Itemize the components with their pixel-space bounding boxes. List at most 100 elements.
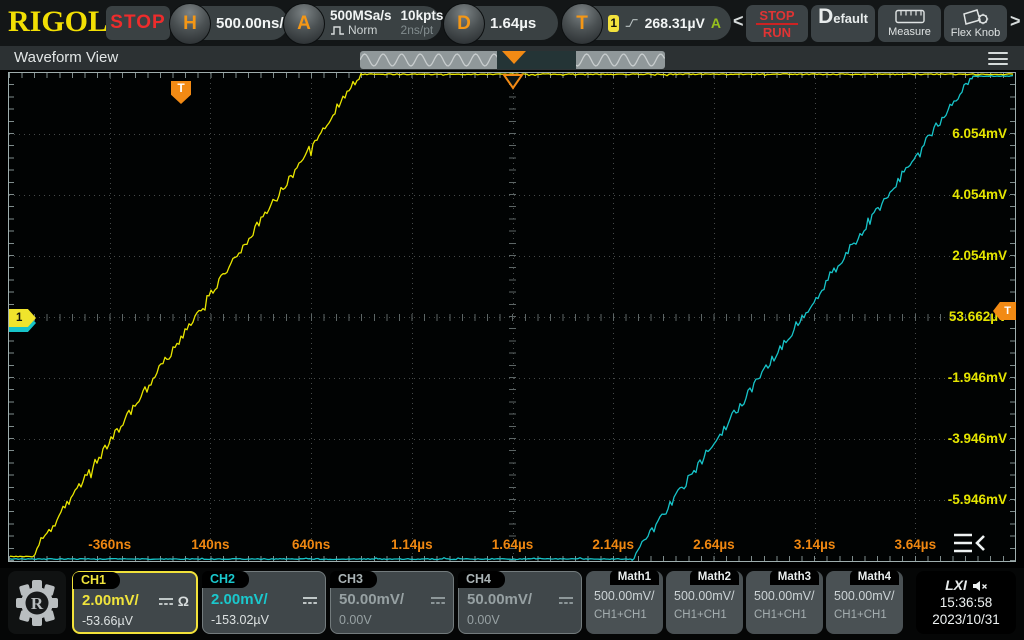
math2-expression: CH1+CH1 [674,609,727,621]
default-button[interactable]: Default [811,5,875,42]
math4-expression: CH1+CH1 [834,609,887,621]
t-axis-label: 1.14µs [367,537,457,552]
ch1-scale: 2.00mV/ [82,592,139,609]
knob-icon [962,9,990,25]
ch1-offset: -53.66µV [82,614,133,628]
lxi-logo: LXI [945,577,967,594]
trace-svg [9,73,1015,561]
waveform-view-title: Waveform View [14,49,118,66]
v-axis-label: 4.054mV [952,187,1007,203]
ch1-tab[interactable]: CH1 [73,572,120,589]
math-box-math1[interactable]: Math1 500.00mV/ CH1+CH1 [586,571,663,634]
math4-tab[interactable]: Math4 [850,570,899,585]
channel-box-ch2[interactable]: CH2 2.00mV/ -153.02µV [202,571,326,634]
ruler-icon [895,9,925,24]
ch3-tab[interactable]: CH3 [330,571,377,588]
system-date: 2023/10/31 [932,611,1000,628]
channel-box-ch4[interactable]: CH4 50.00mV/ 0.00V [458,571,582,634]
math1-scale: 500.00mV/ [594,589,654,603]
system-settings-button[interactable]: R [8,571,66,634]
t-axis-label: -360ns [65,537,155,552]
acquire-mode: Norm [348,23,377,38]
waveform-display[interactable]: 6.054mV 4.054mV 2.054mV 53.662µV -1.946m… [8,72,1016,562]
delay-knob-button[interactable]: D [443,3,485,45]
trigger-level-value: 268.31µV [645,15,705,31]
t-axis-label: 2.14µs [568,537,658,552]
math2-scale: 500.00mV/ [674,589,734,603]
sample-resolution: 2ns/pt [401,23,444,38]
v-axis-label: -5.946mV [948,492,1007,508]
waveform-view-header: Waveform View [0,46,1024,70]
channel-box-ch3[interactable]: CH3 50.00mV/ 0.00V [330,571,454,634]
ch2-offset: -153.02µV [211,613,269,627]
math-box-math4[interactable]: Math4 500.00mV/ CH1+CH1 [826,571,903,634]
dc-coupling-icon [302,595,318,605]
math3-scale: 500.00mV/ [754,589,814,603]
math4-scale: 500.00mV/ [834,589,894,603]
acquire-knob-button[interactable]: A [283,3,325,45]
sample-rate: 500MSa/s [330,8,392,23]
flex-knob-button[interactable]: Flex Knob [944,5,1007,42]
ch4-scale: 50.00mV/ [467,591,532,608]
delay-value: 1.64µs [490,15,536,32]
ch4-offset: 0.00V [467,613,500,627]
waveform-navigation-strip[interactable] [360,51,665,69]
gear-logo-icon: R [14,578,60,628]
toolbar-next-chevron[interactable]: > [1010,11,1021,32]
measure-button[interactable]: Measure [878,5,941,42]
collapse-menu-icon[interactable] [951,529,989,557]
v-axis-label: 6.054mV [952,126,1007,142]
t-axis-label: 2.64µs [669,537,759,552]
dc-coupling-icon [558,595,574,605]
math1-tab[interactable]: Math1 [610,570,659,585]
trigger-position-marker[interactable] [502,74,524,90]
acquisition-group[interactable]: A 500MSa/s Norm 10kpts 2ns/pt [284,6,441,40]
math-box-math2[interactable]: Math2 500.00mV/ CH1+CH1 [666,571,743,634]
ch4-tab[interactable]: CH4 [458,571,505,588]
delay-group[interactable]: D 1.64µs [444,6,558,40]
system-time: 15:36:58 [940,594,993,611]
t-axis-label: 3.14µs [770,537,860,552]
trigger-sweep-mode: A [711,15,721,31]
trigger-group[interactable]: T 1 268.31µV A [562,6,731,40]
dc-coupling-icon [430,595,446,605]
channel-box-ch1[interactable]: CH1 2.00mV/ Ω -53.66µV [72,571,198,634]
memory-depth: 10kpts [401,8,444,23]
ch2-tab[interactable]: CH2 [202,571,249,588]
ch2-scale: 2.00mV/ [211,591,268,608]
horizontal-knob-button[interactable]: H [169,3,211,45]
t-axis-label: 3.64µs [870,537,960,552]
menu-icon[interactable] [988,52,1008,65]
toolbar-prev-chevron[interactable]: < [733,11,744,32]
math1-expression: CH1+CH1 [594,609,647,621]
pulse-icon [330,25,345,36]
quick-toolbar: STOP RUN Default Measure Flex Knob [746,5,1007,42]
v-axis-label: 2.054mV [952,248,1007,264]
trigger-source-badge: 1 [608,15,619,32]
channel-status-bar: R CH1 2.00mV/ Ω -53.66µV CH2 2.00mV/ -15… [0,568,1024,640]
v-axis-label: -1.946mV [948,370,1007,386]
ch3-offset: 0.00V [339,613,372,627]
math2-tab[interactable]: Math2 [690,570,739,585]
stop-run-button[interactable]: STOP RUN [746,5,808,42]
rigol-logo: RIGOL [8,5,108,39]
system-info-box[interactable]: LXI 15:36:58 2023/10/31 [916,571,1016,634]
v-axis-label: -3.946mV [948,431,1007,447]
rising-edge-icon [625,15,638,31]
trigger-knob-button[interactable]: T [561,3,603,45]
speaker-muted-icon [972,580,987,592]
math3-expression: CH1+CH1 [754,609,807,621]
math-box-math3[interactable]: Math3 500.00mV/ CH1+CH1 [746,571,823,634]
math3-tab[interactable]: Math3 [770,570,819,585]
dc-coupling-icon [158,596,174,606]
impedance-label: Ω [178,593,189,609]
svg-text:R: R [31,594,44,613]
ch3-scale: 50.00mV/ [339,591,404,608]
t-axis-label: 640ns [266,537,356,552]
top-status-bar: RIGOL STOP H 500.00ns/ A 500MSa/s Norm 1… [0,0,1024,46]
horizontal-scale-group[interactable]: H 500.00ns/ [170,6,288,40]
t-axis-label: 140ns [165,537,255,552]
t-axis-label: 1.64µs [468,537,558,552]
run-state-badge: STOP [106,6,170,40]
horizontal-scale-value: 500.00ns/ [216,15,284,32]
